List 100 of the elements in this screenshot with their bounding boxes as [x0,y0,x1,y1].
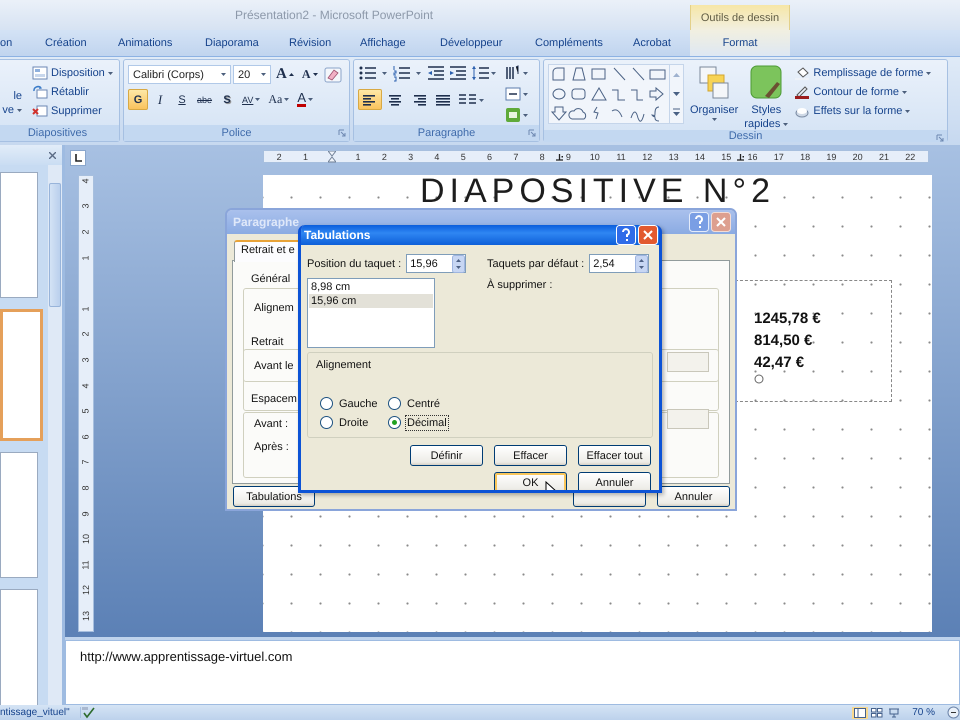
view-button[interactable] [869,706,886,718]
ribbon-tab[interactable]: Révision [289,30,360,56]
ribbon-tab[interactable]: Développeur [440,30,535,56]
help-icon[interactable] [689,212,709,232]
view-button[interactable] [852,706,868,718]
align-text-icon[interactable] [504,85,530,103]
dialog-button[interactable]: Effacer [494,445,567,466]
pen-outline-icon [794,85,810,99]
font-field[interactable]: Calibri (Corps) [128,65,231,84]
ruler-number: 14 [694,152,705,162]
arrange-button[interactable]: Organiser [690,64,738,130]
zoom-out-icon[interactable] [947,706,960,719]
ribbon-tab[interactable]: Compléments [535,30,633,56]
default-tab-field[interactable]: 2,54 [589,254,650,273]
ribbon-tab[interactable]: Animations [118,30,205,56]
list-item[interactable]: 15,96 cm [309,294,433,308]
align-center-icon[interactable] [387,92,403,106]
list-item[interactable]: 8,98 cm [309,280,433,294]
radio-button[interactable] [320,416,333,429]
format-button[interactable]: S [217,89,238,110]
ribbon-tab[interactable]: Diaporama [205,30,289,56]
button-label[interactable]: le [13,90,22,102]
tab-stop-list[interactable]: 8,98 cm 15,96 cm [307,278,435,348]
spin-icon [635,254,648,272]
slide-title: DIAPOSITIVE N°2 [418,175,776,207]
font-size-field[interactable]: 20 [233,65,271,84]
align-button[interactable] [358,89,382,110]
ribbon-command[interactable]: Disposition [32,66,113,80]
dialog-button[interactable]: OK [494,472,567,490]
spin-icon [452,254,466,272]
dialog-button[interactable]: Définir [410,445,483,466]
caret-icon [221,73,226,76]
scrollbar[interactable] [48,165,62,705]
format-button[interactable]: G [128,89,148,110]
ribbon-command[interactable]: Rétablir [32,85,113,99]
close-icon[interactable] [49,152,56,158]
tab-position-field[interactable]: 15,96 [406,254,466,273]
button-label[interactable]: ve [2,104,22,116]
radio-label[interactable]: Centré [407,398,440,410]
spin-field[interactable] [667,352,709,372]
ruler-number: 11 [81,560,91,570]
ribbon-tab[interactable]: Acrobat [633,30,690,56]
cancel-button[interactable]: Annuler [657,486,730,507]
ribbon-command[interactable]: Remplissage de forme [794,66,932,80]
radio-button[interactable] [320,397,333,410]
format-button[interactable]: Aa [265,89,292,110]
text-direction-icon[interactable] [504,64,530,82]
zoom-level[interactable]: 70 % [912,707,935,718]
spin-field[interactable] [667,409,709,429]
font-size-button[interactable]: A [273,64,297,85]
font-size-button[interactable]: A [298,64,321,85]
caret-icon [284,98,290,101]
radio-label[interactable]: Gauche [339,398,378,410]
radio-label[interactable]: Droite [339,416,368,428]
clear-format-icon[interactable] [322,66,343,84]
slide-thumbnail[interactable] [0,589,38,705]
ribbon-tab[interactable]: Création [45,30,118,56]
increase-indent-icon[interactable] [448,64,468,82]
slide-thumbnail[interactable] [0,172,38,298]
indent-marker-icon[interactable] [328,150,336,162]
selection-handle[interactable] [754,374,764,384]
reset-icon [32,85,48,99]
tabs-button[interactable]: Tabulations [233,486,315,507]
numbering-icon[interactable] [392,64,424,82]
radio-label[interactable]: Décimal [407,416,447,428]
bullets-icon[interactable] [358,64,390,82]
tab-stop-icon[interactable] [556,154,563,161]
quick-styles-button[interactable]: Styles rapides [744,64,788,130]
tab-selector[interactable] [70,150,86,166]
format-button[interactable]: AV [239,89,264,110]
tab-stop-icon[interactable] [737,154,744,161]
ruler-number: 1 [81,255,91,260]
format-button[interactable]: abe [194,89,216,110]
format-button[interactable]: A [294,89,316,110]
slide-thumbnail[interactable] [0,309,43,441]
notes-pane[interactable]: http://www.apprentissage-virtuel.com [65,640,960,705]
ribbon-command[interactable]: Supprimer [32,104,113,118]
field-label: Avant le [254,360,294,372]
ribbon-command[interactable]: Contour de forme [794,85,932,99]
ribbon-tab[interactable]: on [0,30,45,56]
ribbon-command[interactable]: Effets sur la forme [794,104,932,118]
align-right-icon[interactable] [411,92,427,106]
dialog-button[interactable]: Effacer tout [578,445,651,466]
dialog-button[interactable]: Annuler [578,472,651,490]
spell-check-icon[interactable] [80,706,97,719]
ruler-number: 13 [81,610,91,621]
ruler-number: 10 [81,534,91,544]
ribbon-tab[interactable]: Affichage [360,30,440,56]
group-label: Police [222,127,252,139]
align-justify-icon[interactable] [435,92,451,106]
status-text: ntissage_vituel" [0,707,81,718]
radio-button[interactable] [388,397,401,410]
decrease-indent-icon[interactable] [426,64,446,82]
format-button[interactable]: S [172,89,192,110]
sorter-view-icon [871,708,884,718]
radio-button[interactable] [388,416,401,429]
slide-thumbnail[interactable] [0,452,38,578]
line-spacing-icon[interactable] [470,64,498,82]
format-button[interactable]: I [150,89,170,110]
align-left-icon[interactable] [362,92,378,106]
